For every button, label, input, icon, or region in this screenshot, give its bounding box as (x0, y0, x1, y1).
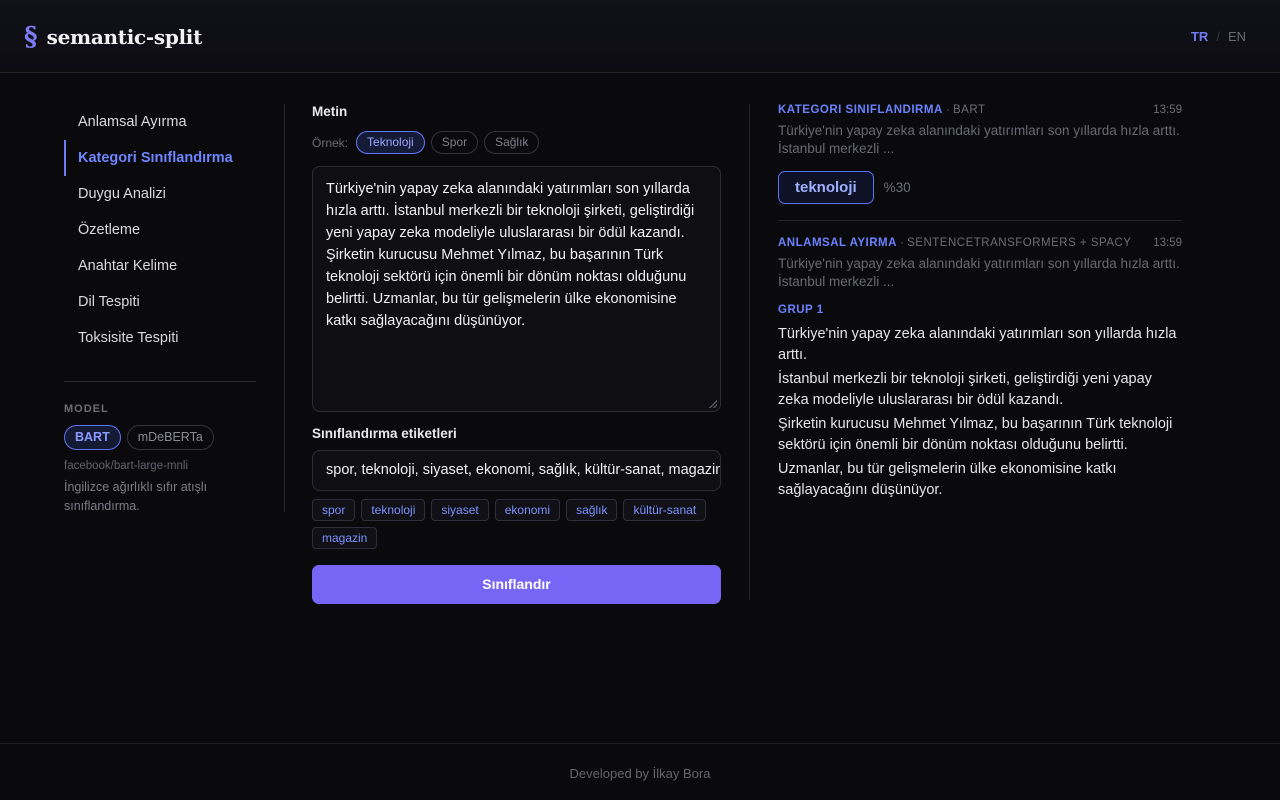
resize-handle[interactable] (709, 400, 717, 408)
group-sentence: Şirketin kurucusu Mehmet Yılmaz, bu başa… (778, 416, 1173, 453)
sidebar-divider (64, 381, 256, 382)
result-separator: · (900, 237, 904, 249)
model-selector: BART mDeBERTa (64, 425, 256, 450)
footer-credit: Developed by İlkay Bora (569, 766, 711, 781)
predicted-label-badge: teknoloji (778, 171, 874, 204)
example-health-chip[interactable]: Sağlık (484, 131, 540, 154)
group-sentence: İstanbul merkezli bir teknoloji şirketi,… (778, 371, 1152, 408)
example-technology-chip[interactable]: Teknoloji (356, 131, 425, 154)
lang-en-button[interactable]: EN (1228, 29, 1246, 44)
lang-tr-button[interactable]: TR (1191, 29, 1208, 44)
text-input-value: Türkiye'nin yapay zeka alanındaki yatırı… (326, 181, 695, 329)
column-divider (749, 104, 750, 600)
result-divider (778, 220, 1182, 221)
example-selector: Örnek: Teknoloji Spor Sağlık (312, 131, 721, 154)
result-separator: · (945, 104, 950, 116)
label-tag[interactable]: siyaset (431, 499, 489, 521)
result-header: ANLAMSAL AYIRMA · SENTENCETRANSFORMERS +… (778, 237, 1182, 249)
result-task-name: KATEGORI SINIFLANDIRMA (778, 104, 943, 116)
labels-title: Sınıflandırma etiketleri (312, 426, 457, 441)
sidebar-item-language-detection[interactable]: Dil Tespiti (64, 284, 256, 320)
semantic-split-result: ANLAMSAL AYIRMA · SENTENCETRANSFORMERS +… (778, 237, 1182, 501)
classify-button[interactable]: Sınıflandır (312, 565, 721, 604)
group-sentence: Uzmanlar, bu tür gelişmelerin ülke ekono… (778, 461, 1117, 498)
language-switcher: TR / EN (1191, 29, 1246, 44)
results-panel: KATEGORI SINIFLANDIRMA · BART 13:59 Türk… (778, 104, 1182, 501)
model-section-title: MODEL (64, 403, 109, 415)
sidebar-item-toxicity-detection[interactable]: Toksisite Tespiti (64, 320, 256, 356)
model-bart-button[interactable]: BART (64, 425, 121, 450)
predicted-label-score: %30 (883, 180, 911, 195)
classification-result: KATEGORI SINIFLANDIRMA · BART 13:59 Türk… (778, 104, 1182, 204)
label-tag[interactable]: spor (312, 499, 356, 521)
labels-input[interactable]: spor, teknoloji, siyaset, ekonomi, sağlı… (312, 450, 721, 491)
brand-logo[interactable]: § semantic-split (24, 22, 202, 52)
text-label: Metin (312, 104, 348, 119)
result-task-name: ANLAMSAL AYIRMA (778, 237, 897, 249)
result-model-name: SENTENCETRANSFORMERS + SPACY (907, 237, 1132, 249)
result-timestamp: 13:59 (1153, 237, 1182, 249)
result-header: KATEGORI SINIFLANDIRMA · BART 13:59 (778, 104, 1182, 116)
classification-output: teknoloji %30 (778, 171, 1182, 204)
sidebar: Anlamsal Ayırma Kategori Sınıflandırma D… (64, 104, 256, 516)
input-panel: Metin Örnek: Teknoloji Spor Sağlık Türki… (312, 104, 721, 604)
section-sign-icon: § (24, 22, 38, 52)
result-snippet: Türkiye'nin yapay zeka alanındaki yatırı… (778, 123, 1180, 156)
sidebar-item-semantic-split[interactable]: Anlamsal Ayırma (64, 104, 256, 140)
result-model-name: BART (953, 104, 986, 116)
label-tags: spor teknoloji siyaset ekonomi sağlık kü… (312, 499, 721, 549)
footer: Developed by İlkay Bora (0, 743, 1280, 800)
examples-label: Örnek: (312, 135, 349, 150)
group-title: GRUP 1 (778, 304, 824, 316)
model-mdeberta-button[interactable]: mDeBERTa (126, 425, 214, 450)
sidebar-item-summarization[interactable]: Özetleme (64, 212, 256, 248)
sidebar-item-category-classification[interactable]: Kategori Sınıflandırma (64, 140, 256, 176)
example-sports-chip[interactable]: Spor (430, 131, 479, 154)
sidebar-item-keywords[interactable]: Anahtar Kelime (64, 248, 256, 284)
brand-name: semantic-split (46, 25, 203, 49)
top-bar: § semantic-split TR / EN (0, 0, 1280, 73)
column-divider (284, 104, 285, 512)
result-snippet: Türkiye'nin yapay zeka alanındaki yatırı… (778, 256, 1180, 289)
label-tag[interactable]: teknoloji (361, 499, 426, 521)
lang-separator: / (1216, 29, 1220, 44)
label-tag[interactable]: sağlık (566, 499, 618, 521)
model-description: İngilizce ağırlıklı sıfır atışlı sınıfla… (64, 480, 208, 513)
label-tag[interactable]: ekonomi (494, 499, 561, 521)
result-timestamp: 13:59 (1153, 104, 1182, 116)
model-id: facebook/bart-large-mnli (64, 460, 189, 472)
label-tag[interactable]: magazin (312, 527, 378, 549)
text-input[interactable]: Türkiye'nin yapay zeka alanındaki yatırı… (312, 166, 721, 412)
sidebar-item-sentiment-analysis[interactable]: Duygu Analizi (64, 176, 256, 212)
label-tag[interactable]: kültür-sanat (623, 499, 707, 521)
group-sentence: Türkiye'nin yapay zeka alanındaki yatırı… (778, 326, 1177, 363)
